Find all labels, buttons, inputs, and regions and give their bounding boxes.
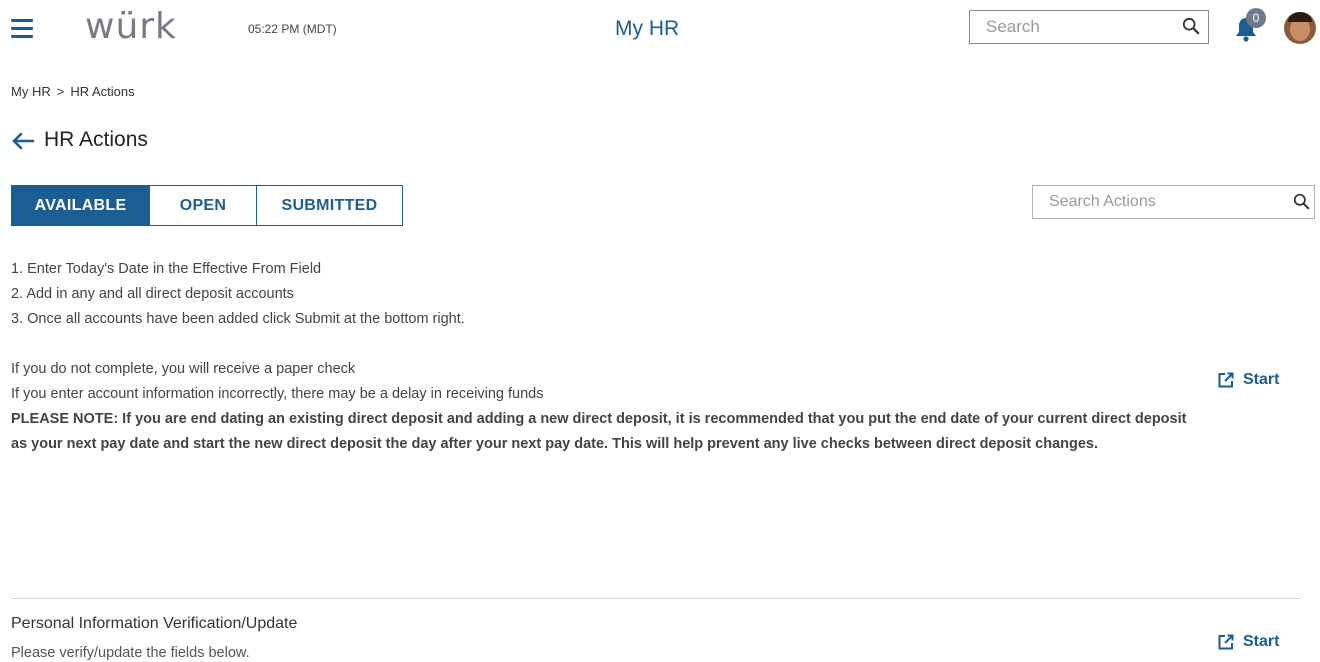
direct-deposit-action-description: 1. Enter Today's Date in the Effective F… bbox=[11, 257, 1191, 457]
actions-search bbox=[1032, 185, 1315, 219]
back-arrow-icon[interactable] bbox=[11, 132, 35, 150]
search-icon[interactable] bbox=[1182, 17, 1200, 35]
start-direct-deposit-button[interactable]: Start bbox=[1217, 371, 1279, 389]
action-divider bbox=[11, 598, 1301, 599]
external-link-icon bbox=[1218, 372, 1234, 388]
hamburger-menu-icon[interactable] bbox=[11, 19, 33, 39]
external-link-icon bbox=[1218, 634, 1234, 650]
tab-submitted[interactable]: SUBMITTED bbox=[257, 186, 402, 225]
current-time: 05:22 PM (MDT) bbox=[248, 22, 337, 36]
instruction-line: 2. Add in any and all direct deposit acc… bbox=[11, 286, 294, 302]
search-icon[interactable] bbox=[1293, 193, 1310, 210]
breadcrumb-separator: > bbox=[56, 84, 65, 99]
global-search-input[interactable] bbox=[970, 11, 1170, 43]
notification-badge: 0 bbox=[1246, 8, 1266, 28]
wurk-logo[interactable]: würk bbox=[85, 6, 177, 47]
please-note-text: PLEASE NOTE: If you are end dating an ex… bbox=[11, 411, 1187, 452]
breadcrumb-item-hr-actions: HR Actions bbox=[70, 84, 135, 99]
breadcrumb: My HR > HR Actions bbox=[11, 84, 135, 99]
start-label: Start bbox=[1243, 633, 1280, 650]
app-title: My HR bbox=[615, 17, 680, 40]
tab-open[interactable]: OPEN bbox=[150, 186, 257, 225]
note-line: If you do not complete, you will receive… bbox=[11, 361, 356, 377]
action-description: Please verify/update the fields below. bbox=[11, 645, 250, 661]
instruction-line: 1. Enter Today's Date in the Effective F… bbox=[11, 261, 322, 277]
page-title: HR Actions bbox=[44, 128, 148, 151]
breadcrumb-item-my-hr[interactable]: My HR bbox=[11, 84, 51, 99]
global-search bbox=[969, 10, 1209, 44]
start-personal-info-button[interactable]: Start bbox=[1217, 633, 1279, 651]
start-label: Start bbox=[1243, 371, 1280, 388]
top-header: würk 05:22 PM (MDT) My HR 0 bbox=[0, 0, 1320, 60]
note-line: If you enter account information incorre… bbox=[11, 386, 544, 402]
instruction-line: 3. Once all accounts have been added cli… bbox=[11, 311, 465, 327]
action-title: Personal Information Verification/Update bbox=[11, 615, 298, 632]
status-tabs: AVAILABLE OPEN SUBMITTED bbox=[11, 185, 403, 226]
user-avatar[interactable] bbox=[1284, 12, 1316, 44]
tab-available[interactable]: AVAILABLE bbox=[12, 186, 150, 225]
actions-search-input[interactable] bbox=[1033, 186, 1283, 218]
